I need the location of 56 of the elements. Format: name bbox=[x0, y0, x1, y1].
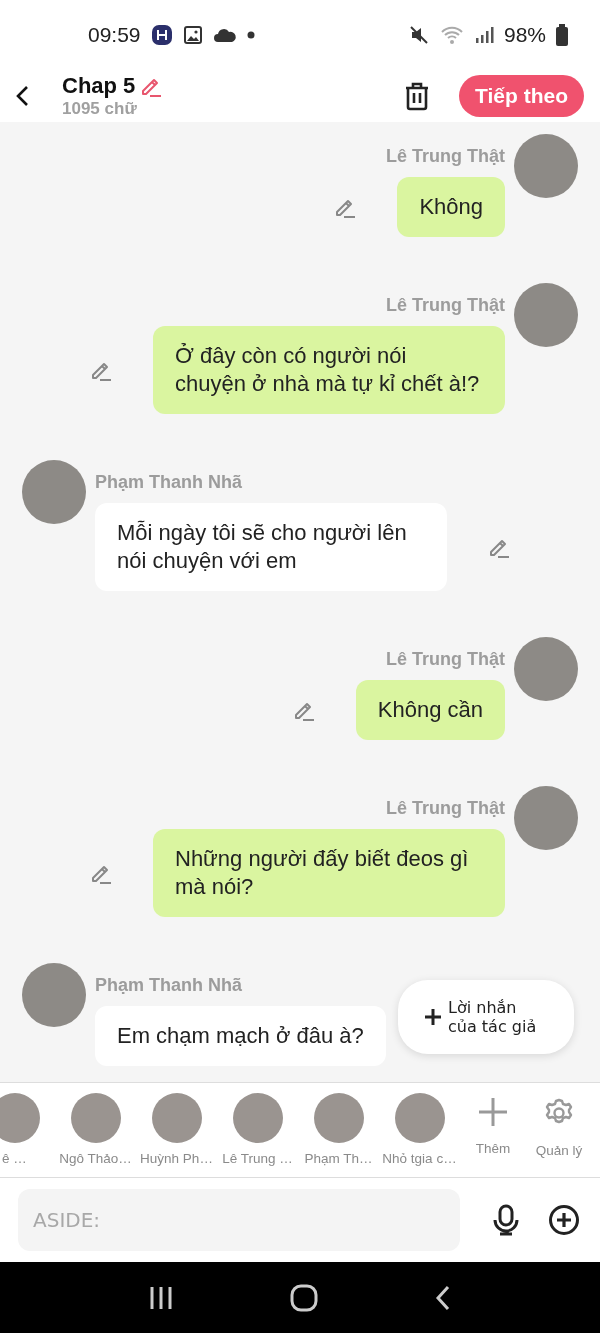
character-item[interactable]: Ngô Thảo… bbox=[55, 1093, 136, 1166]
message-bubble: Mỗi ngày tôi sẽ cho người lên nói chuyện với em bbox=[95, 503, 447, 591]
home-icon[interactable] bbox=[290, 1283, 318, 1312]
character-name: Lê Trung … bbox=[222, 1151, 293, 1166]
speaker-name: Lê Trung Thật bbox=[386, 295, 505, 316]
message-input[interactable]: ASIDE: bbox=[18, 1189, 460, 1251]
character-name: Quản lý bbox=[535, 1143, 583, 1158]
speaker-name: Lê Trung Thật bbox=[386, 146, 505, 167]
dot-icon bbox=[246, 31, 255, 39]
character-name: Nhỏ tgia c… bbox=[382, 1151, 457, 1166]
signal-icon bbox=[473, 25, 494, 45]
character-item[interactable]: Nhỏ tgia c… bbox=[379, 1093, 460, 1166]
next-button[interactable]: Tiếp theo bbox=[459, 75, 584, 117]
avatar-photo bbox=[70, 1093, 121, 1143]
recent-apps-icon[interactable] bbox=[148, 1285, 173, 1310]
speaker-name: Phạm Thanh Nhã bbox=[95, 472, 242, 493]
add-character-item[interactable]: Thêm bbox=[460, 1093, 526, 1166]
character-name: Thêm bbox=[475, 1141, 511, 1156]
character-item[interactable]: Phạm Th… bbox=[298, 1093, 379, 1166]
speaker-name: Lê Trung Thật bbox=[386, 649, 505, 670]
character-name: ê … bbox=[2, 1151, 27, 1166]
status-time: 09:59 bbox=[88, 23, 141, 47]
battery-icon bbox=[556, 24, 568, 46]
plus-icon bbox=[478, 1097, 508, 1127]
speaker-name: Phạm Thanh Nhã bbox=[95, 975, 242, 996]
message-bubble: Không bbox=[397, 177, 505, 237]
avatar-photo bbox=[0, 1093, 40, 1143]
message-bubble: Không cần bbox=[355, 680, 505, 740]
image-icon bbox=[182, 25, 203, 45]
mute-icon bbox=[407, 24, 430, 46]
character-name: Huỳnh Ph… bbox=[140, 1151, 213, 1166]
cloud-icon bbox=[212, 27, 237, 43]
speaker-name: Lê Trung Thật bbox=[386, 798, 505, 819]
character-item[interactable]: ê … bbox=[0, 1093, 55, 1166]
avatar-photo bbox=[232, 1093, 283, 1143]
message-bubble: Em chạm mạch ở đâu à? bbox=[95, 1006, 386, 1066]
character-name: Ngô Thảo… bbox=[59, 1151, 132, 1166]
character-item[interactable]: Lê Trung … bbox=[217, 1093, 298, 1166]
word-count: 1095 chữ bbox=[62, 99, 138, 119]
avatar-photo bbox=[151, 1093, 202, 1143]
author-note-button[interactable]: Lời nhắn của tác giả bbox=[398, 980, 574, 1054]
wifi-icon bbox=[439, 25, 464, 45]
avatar-photo bbox=[313, 1093, 364, 1143]
message-bubble: Những người đấy biết đeos gì mà nói? bbox=[153, 829, 505, 917]
battery-percent: 98% bbox=[503, 23, 546, 47]
microphone-icon[interactable] bbox=[492, 1204, 520, 1236]
manage-item[interactable]: Quản lý bbox=[526, 1093, 592, 1166]
character-item[interactable]: Huỳnh Ph… bbox=[136, 1093, 217, 1166]
message-bubble: Ở đây còn có người nói chuyện ở nhà mà tự kỉ chết à!? bbox=[153, 326, 505, 414]
character-name: Phạm Th… bbox=[304, 1151, 373, 1166]
avatar-photo bbox=[394, 1093, 445, 1143]
back-icon[interactable] bbox=[435, 1284, 452, 1311]
app-badge-icon bbox=[150, 24, 173, 46]
plus-icon bbox=[424, 1008, 442, 1026]
chapter-title: Chap 5 bbox=[62, 73, 136, 99]
add-circle-icon[interactable] bbox=[548, 1204, 580, 1236]
